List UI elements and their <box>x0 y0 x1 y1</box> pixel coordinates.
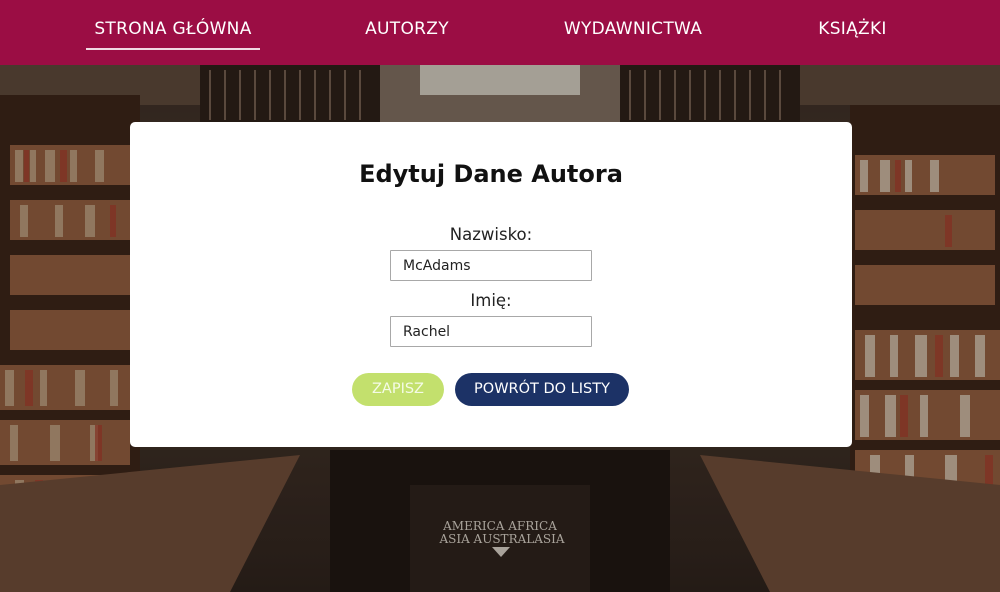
save-button[interactable]: ZAPISZ <box>352 373 444 406</box>
surname-input[interactable] <box>390 250 592 281</box>
nav-item-publishers[interactable]: WYDAWNICTWA <box>548 0 718 65</box>
edit-author-card: Edytuj Dane Autora Nazwisko: Imię: ZAPIS… <box>130 122 852 447</box>
firstname-label: Imię: <box>470 291 512 310</box>
top-navbar: STRONA GŁÓWNA AUTORZY WYDAWNICTWA KSIĄŻK… <box>0 0 1000 65</box>
firstname-input[interactable] <box>390 316 592 347</box>
page-title: Edytuj Dane Autora <box>359 160 623 188</box>
nav-item-books[interactable]: KSIĄŻKI <box>805 0 900 65</box>
back-to-list-button[interactable]: POWRÓT DO LISTY <box>455 373 629 406</box>
nav-item-home[interactable]: STRONA GŁÓWNA <box>86 0 260 65</box>
nav-item-authors[interactable]: AUTORZY <box>352 0 462 65</box>
surname-label: Nazwisko: <box>449 225 533 244</box>
